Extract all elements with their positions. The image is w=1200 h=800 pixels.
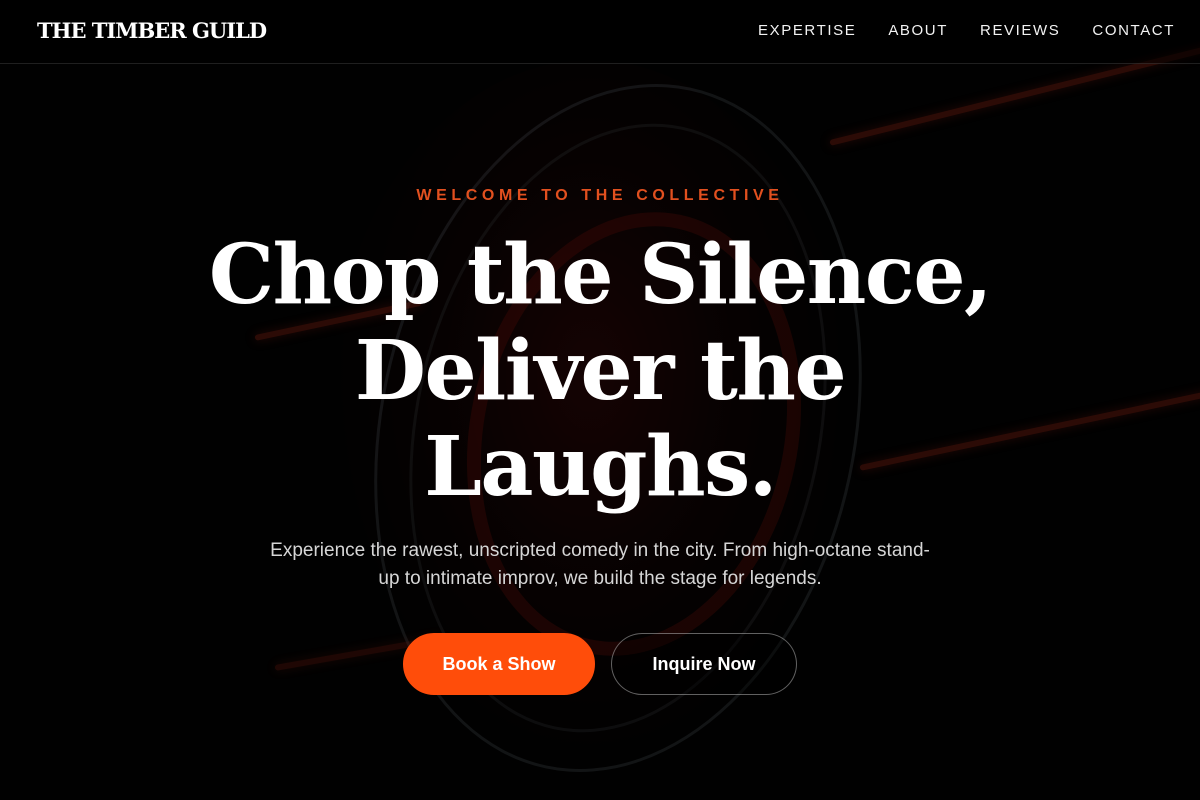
hero-headline-line: Chop the Silence, <box>208 227 993 323</box>
inquire-now-button[interactable]: Inquire Now <box>611 633 797 695</box>
brand-logo[interactable]: THE TIMBER GUILD <box>37 18 267 43</box>
hero-subtext: Experience the rawest, unscripted comedy… <box>270 540 930 589</box>
nav-link-contact[interactable]: CONTACT <box>1092 22 1175 39</box>
hero-headline-line: Deliver the <box>354 323 847 419</box>
nav-link-about[interactable]: ABOUT <box>888 22 948 39</box>
hero-headline: Chop the Silence, Deliver the Laughs. <box>100 227 1100 515</box>
hero-eyebrow: WELCOME TO THE COLLECTIVE <box>416 187 784 204</box>
top-navbar: THE TIMBER GUILD EXPERTISE ABOUT REVIEWS… <box>0 0 1200 64</box>
book-show-button[interactable]: Book a Show <box>403 633 595 695</box>
nav-link-expertise[interactable]: EXPERTISE <box>758 22 856 39</box>
main-nav: EXPERTISE ABOUT REVIEWS CONTACT <box>758 22 1175 39</box>
nav-link-reviews[interactable]: REVIEWS <box>980 22 1060 39</box>
hero-headline-line: Laughs. <box>424 419 777 515</box>
